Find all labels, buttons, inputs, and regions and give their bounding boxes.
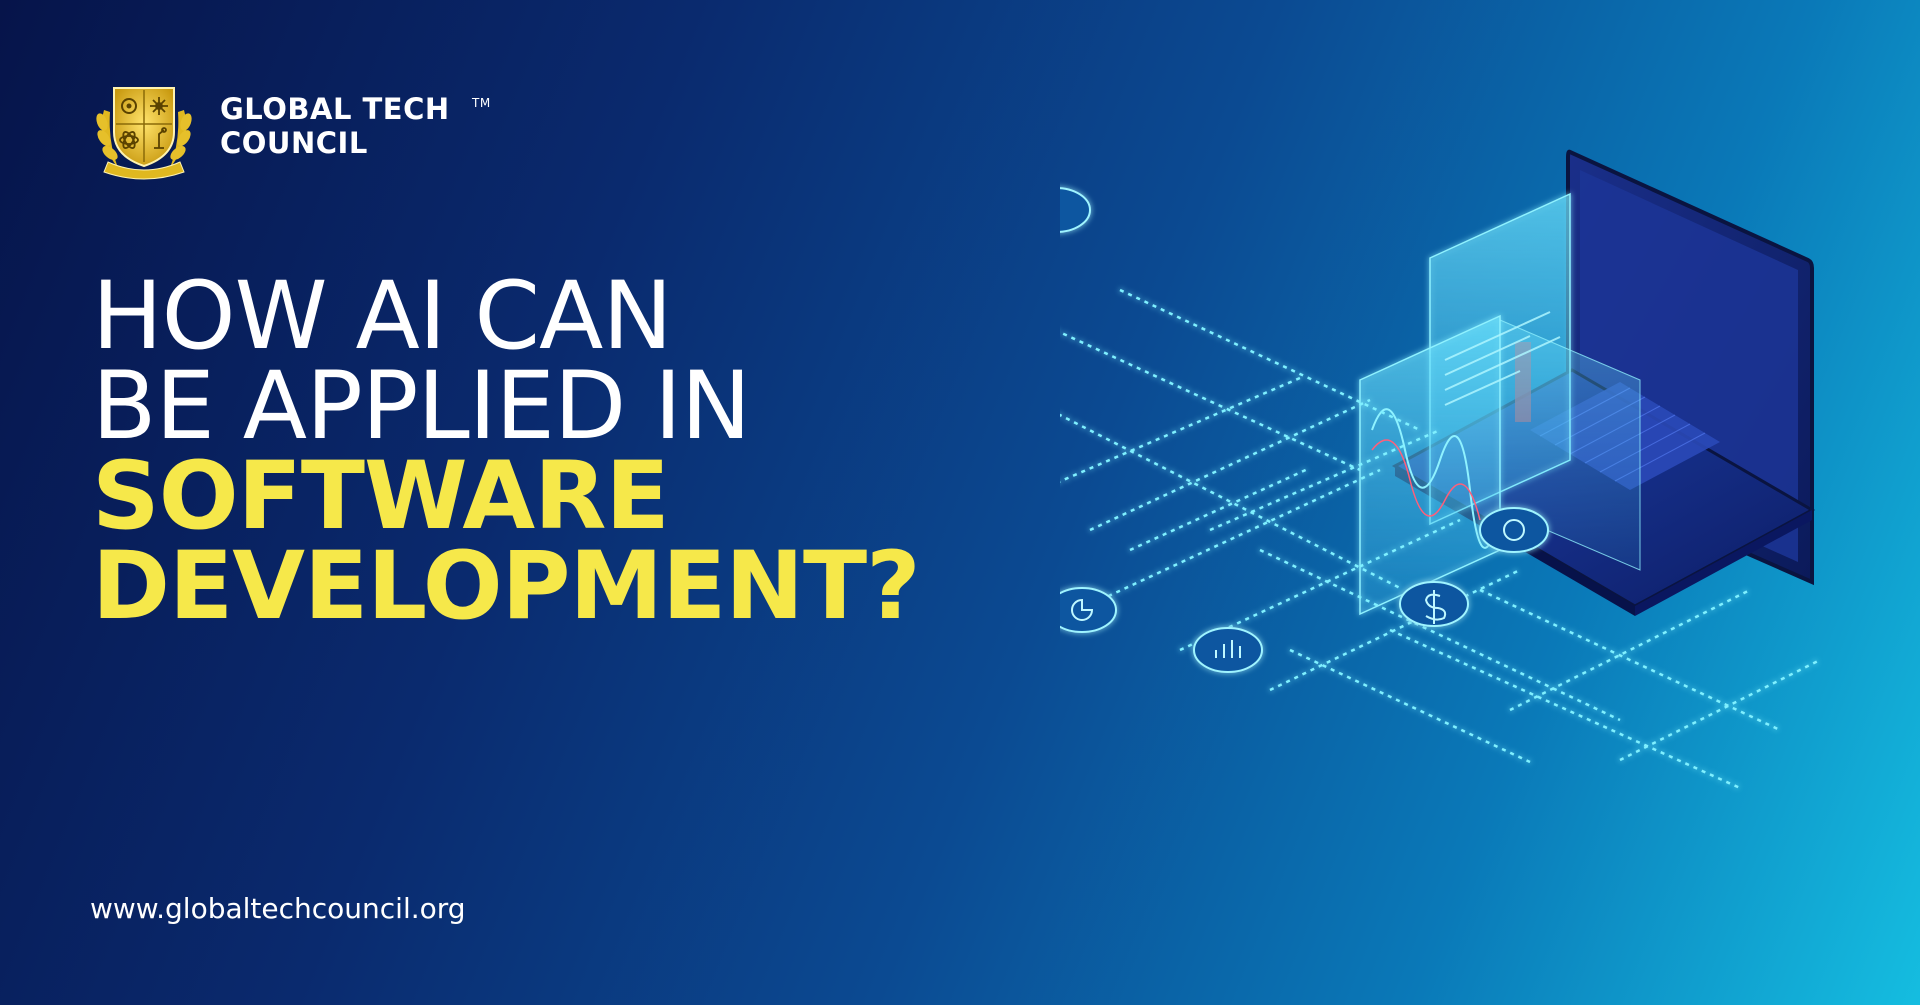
globe-node — [1479, 507, 1549, 553]
brand-name: GLOBAL TECH COUNCIL TM — [220, 92, 490, 160]
brand-logo[interactable]: GLOBAL TECH COUNCIL TM — [88, 70, 490, 182]
headline-line-3: SOFTWARE — [92, 442, 670, 551]
global-tech-council-seal-icon — [96, 87, 192, 180]
brand-name-line1: GLOBAL TECH — [220, 92, 450, 126]
holo-panel-front — [1359, 314, 1501, 616]
headline-line-2: BE APPLIED IN — [92, 352, 751, 461]
laptop-network-illustration — [1060, 149, 1821, 790]
brand-name-line2: COUNCIL — [220, 126, 368, 160]
trademark-symbol: TM — [472, 96, 491, 110]
tablet-node — [1060, 187, 1091, 233]
website-url[interactable]: www.globaltechcouncil.org — [90, 892, 466, 925]
headline-line-4: DEVELOPMENT? — [92, 532, 921, 641]
headline-line-1: HOW AI CAN — [92, 262, 673, 371]
page-title: HOW AI CAN BE APPLIED IN SOFTWARE DEVELO… — [92, 262, 921, 641]
bar-chart-node — [1193, 627, 1263, 673]
